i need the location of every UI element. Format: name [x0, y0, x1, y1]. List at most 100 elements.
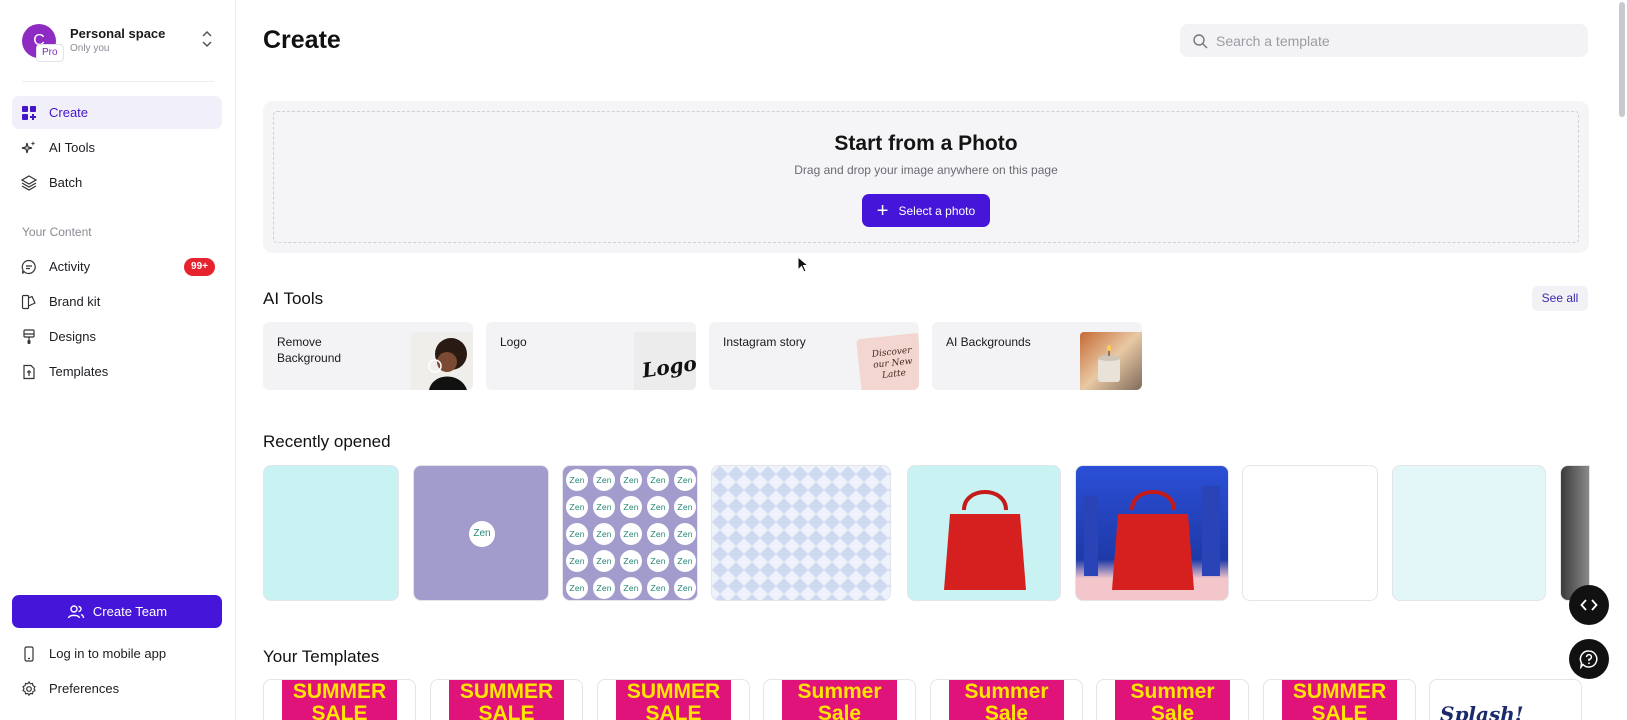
- photo-zone-subtitle: Drag and drop your image anywhere on thi…: [794, 163, 1058, 177]
- sidebar: C Pro Personal space Only you Create AI …: [0, 0, 236, 720]
- template-thumbnail: SUMMER SALE: [449, 680, 564, 720]
- sidebar-item-label: Create: [49, 105, 89, 120]
- recent-design-card[interactable]: Zen: [413, 465, 549, 601]
- your-templates-heading: Your Templates: [263, 647, 380, 666]
- tote-bag-city-icon: [1084, 486, 1220, 590]
- gear-icon: [21, 680, 37, 697]
- brush-icon: [21, 328, 37, 345]
- notification-count-badge: 99+: [184, 258, 215, 276]
- template-title: Summer Sale: [797, 680, 882, 720]
- sidebar-item-templates[interactable]: Templates: [12, 355, 222, 388]
- story-thumbnail: Discover our New Latte: [856, 332, 919, 390]
- section-label-your-content: Your Content: [22, 225, 92, 239]
- sidebar-item-activity[interactable]: Activity 99+: [12, 250, 222, 283]
- sidebar-item-brand-kit[interactable]: Brand kit: [12, 285, 222, 318]
- select-photo-label: Select a photo: [898, 203, 976, 218]
- recent-design-card[interactable]: [1560, 465, 1590, 601]
- logo-thumb-text: Logos: [640, 349, 696, 383]
- recent-design-card[interactable]: [711, 465, 891, 601]
- search-icon: [1193, 33, 1208, 48]
- vertical-scrollbar[interactable]: [1619, 2, 1625, 117]
- sidebar-divider: [22, 81, 214, 82]
- select-photo-button[interactable]: + Select a photo: [862, 194, 990, 227]
- template-title: Splash!: [1440, 702, 1524, 720]
- tool-card-label: Instagram story: [723, 335, 806, 349]
- code-icon: [1580, 599, 1598, 611]
- tool-card-label: AI Backgrounds: [946, 335, 1031, 349]
- template-card[interactable]: Summer Sale: [930, 679, 1083, 720]
- workspace-title: Personal space: [70, 26, 166, 41]
- app-root: C Pro Personal space Only you Create AI …: [0, 0, 1627, 720]
- template-thumbnail: Summer Sale: [782, 680, 897, 720]
- workspace-switcher[interactable]: C Pro Personal space Only you: [22, 22, 214, 66]
- tool-card-ai-backgrounds[interactable]: AI Backgrounds: [932, 322, 1142, 390]
- recent-design-card[interactable]: [1242, 465, 1378, 601]
- sidebar-item-batch[interactable]: Batch: [12, 166, 222, 199]
- candle-photo-icon: [1080, 332, 1142, 390]
- help-button[interactable]: [1569, 639, 1609, 679]
- template-thumbnail: Summer Sale: [949, 680, 1064, 720]
- search-bar[interactable]: [1180, 24, 1588, 57]
- tool-card-instagram-story[interactable]: Instagram story Discover our New Latte: [709, 322, 919, 390]
- help-icon: [1579, 650, 1598, 669]
- sidebar-item-mobile-login[interactable]: Log in to mobile app: [12, 637, 222, 670]
- recent-design-card[interactable]: [1392, 465, 1546, 601]
- tote-bag-icon: [944, 490, 1026, 590]
- recent-design-card[interactable]: [1075, 465, 1229, 601]
- sidebar-item-label: AI Tools: [49, 140, 96, 155]
- template-icon: [21, 364, 37, 380]
- users-icon: [67, 604, 85, 618]
- template-card[interactable]: SUMMER SALE: [597, 679, 750, 720]
- recent-design-card[interactable]: [263, 465, 399, 601]
- sidebar-item-label: Batch: [49, 175, 83, 190]
- search-input[interactable]: [1216, 32, 1576, 49]
- template-title: SUMMER SALE: [292, 680, 387, 720]
- tool-card-remove-background[interactable]: Remove Background: [263, 322, 473, 390]
- pro-badge: Pro: [36, 44, 64, 62]
- create-team-button[interactable]: Create Team: [12, 595, 222, 628]
- template-card[interactable]: Summer Sale: [1096, 679, 1249, 720]
- template-thumbnail: SUMMER SALE: [282, 680, 397, 720]
- photo-drop-zone[interactable]: Start from a Photo Drag and drop your im…: [263, 101, 1589, 253]
- template-card[interactable]: SUMMER SALE: [1263, 679, 1416, 720]
- photo-zone-title: Start from a Photo: [834, 132, 1018, 155]
- sidebar-item-designs[interactable]: Designs: [12, 320, 222, 353]
- sidebar-item-label: Preferences: [49, 681, 120, 696]
- recent-design-card[interactable]: Zen: [562, 465, 698, 601]
- chevron-up-down-icon[interactable]: [200, 28, 214, 50]
- recent-design-card[interactable]: [907, 465, 1061, 601]
- diamond-pattern-icon: [712, 466, 890, 600]
- sidebar-item-create[interactable]: Create: [12, 96, 222, 129]
- tool-card-label: Remove Background: [277, 335, 342, 365]
- see-all-button[interactable]: See all: [1532, 286, 1588, 311]
- zen-pattern-icon: Zen: [563, 466, 697, 600]
- brand-kit-icon: [21, 294, 37, 310]
- grid-plus-icon: [21, 105, 37, 121]
- template-card[interactable]: SUMMER SALE: [430, 679, 583, 720]
- template-card[interactable]: Summer Sale: [763, 679, 916, 720]
- template-thumbnail: Summer Sale: [1115, 680, 1230, 720]
- page-title: Create: [263, 26, 341, 54]
- workspace-subtitle: Only you: [70, 43, 110, 54]
- template-title: Summer Sale: [1130, 680, 1215, 720]
- template-card[interactable]: Splash!: [1429, 679, 1582, 720]
- template-card[interactable]: SUMMER SALE: [263, 679, 416, 720]
- template-title: SUMMER SALE: [1292, 680, 1387, 720]
- sidebar-item-label: Log in to mobile app: [49, 646, 167, 661]
- sparkles-icon: [21, 140, 37, 156]
- chat-icon: [21, 259, 37, 275]
- code-embed-button[interactable]: [1569, 585, 1609, 625]
- sidebar-item-ai-tools[interactable]: AI Tools: [12, 131, 222, 164]
- sidebar-item-preferences[interactable]: Preferences: [12, 672, 222, 705]
- portrait-photo-icon: [411, 332, 473, 390]
- recently-opened-heading: Recently opened: [263, 432, 391, 451]
- template-title: SUMMER SALE: [626, 680, 721, 720]
- template-thumbnail: SUMMER SALE: [1282, 680, 1397, 720]
- photo-drop-zone-border: Start from a Photo Drag and drop your im…: [273, 111, 1579, 243]
- sidebar-item-label: Templates: [49, 364, 109, 379]
- logo-thumbnail: Logos: [634, 332, 696, 390]
- tool-card-logo[interactable]: Logo Logos: [486, 322, 696, 390]
- zen-logo: Zen: [469, 521, 495, 547]
- template-title: SUMMER SALE: [459, 680, 554, 720]
- template-title: Summer Sale: [964, 680, 1049, 720]
